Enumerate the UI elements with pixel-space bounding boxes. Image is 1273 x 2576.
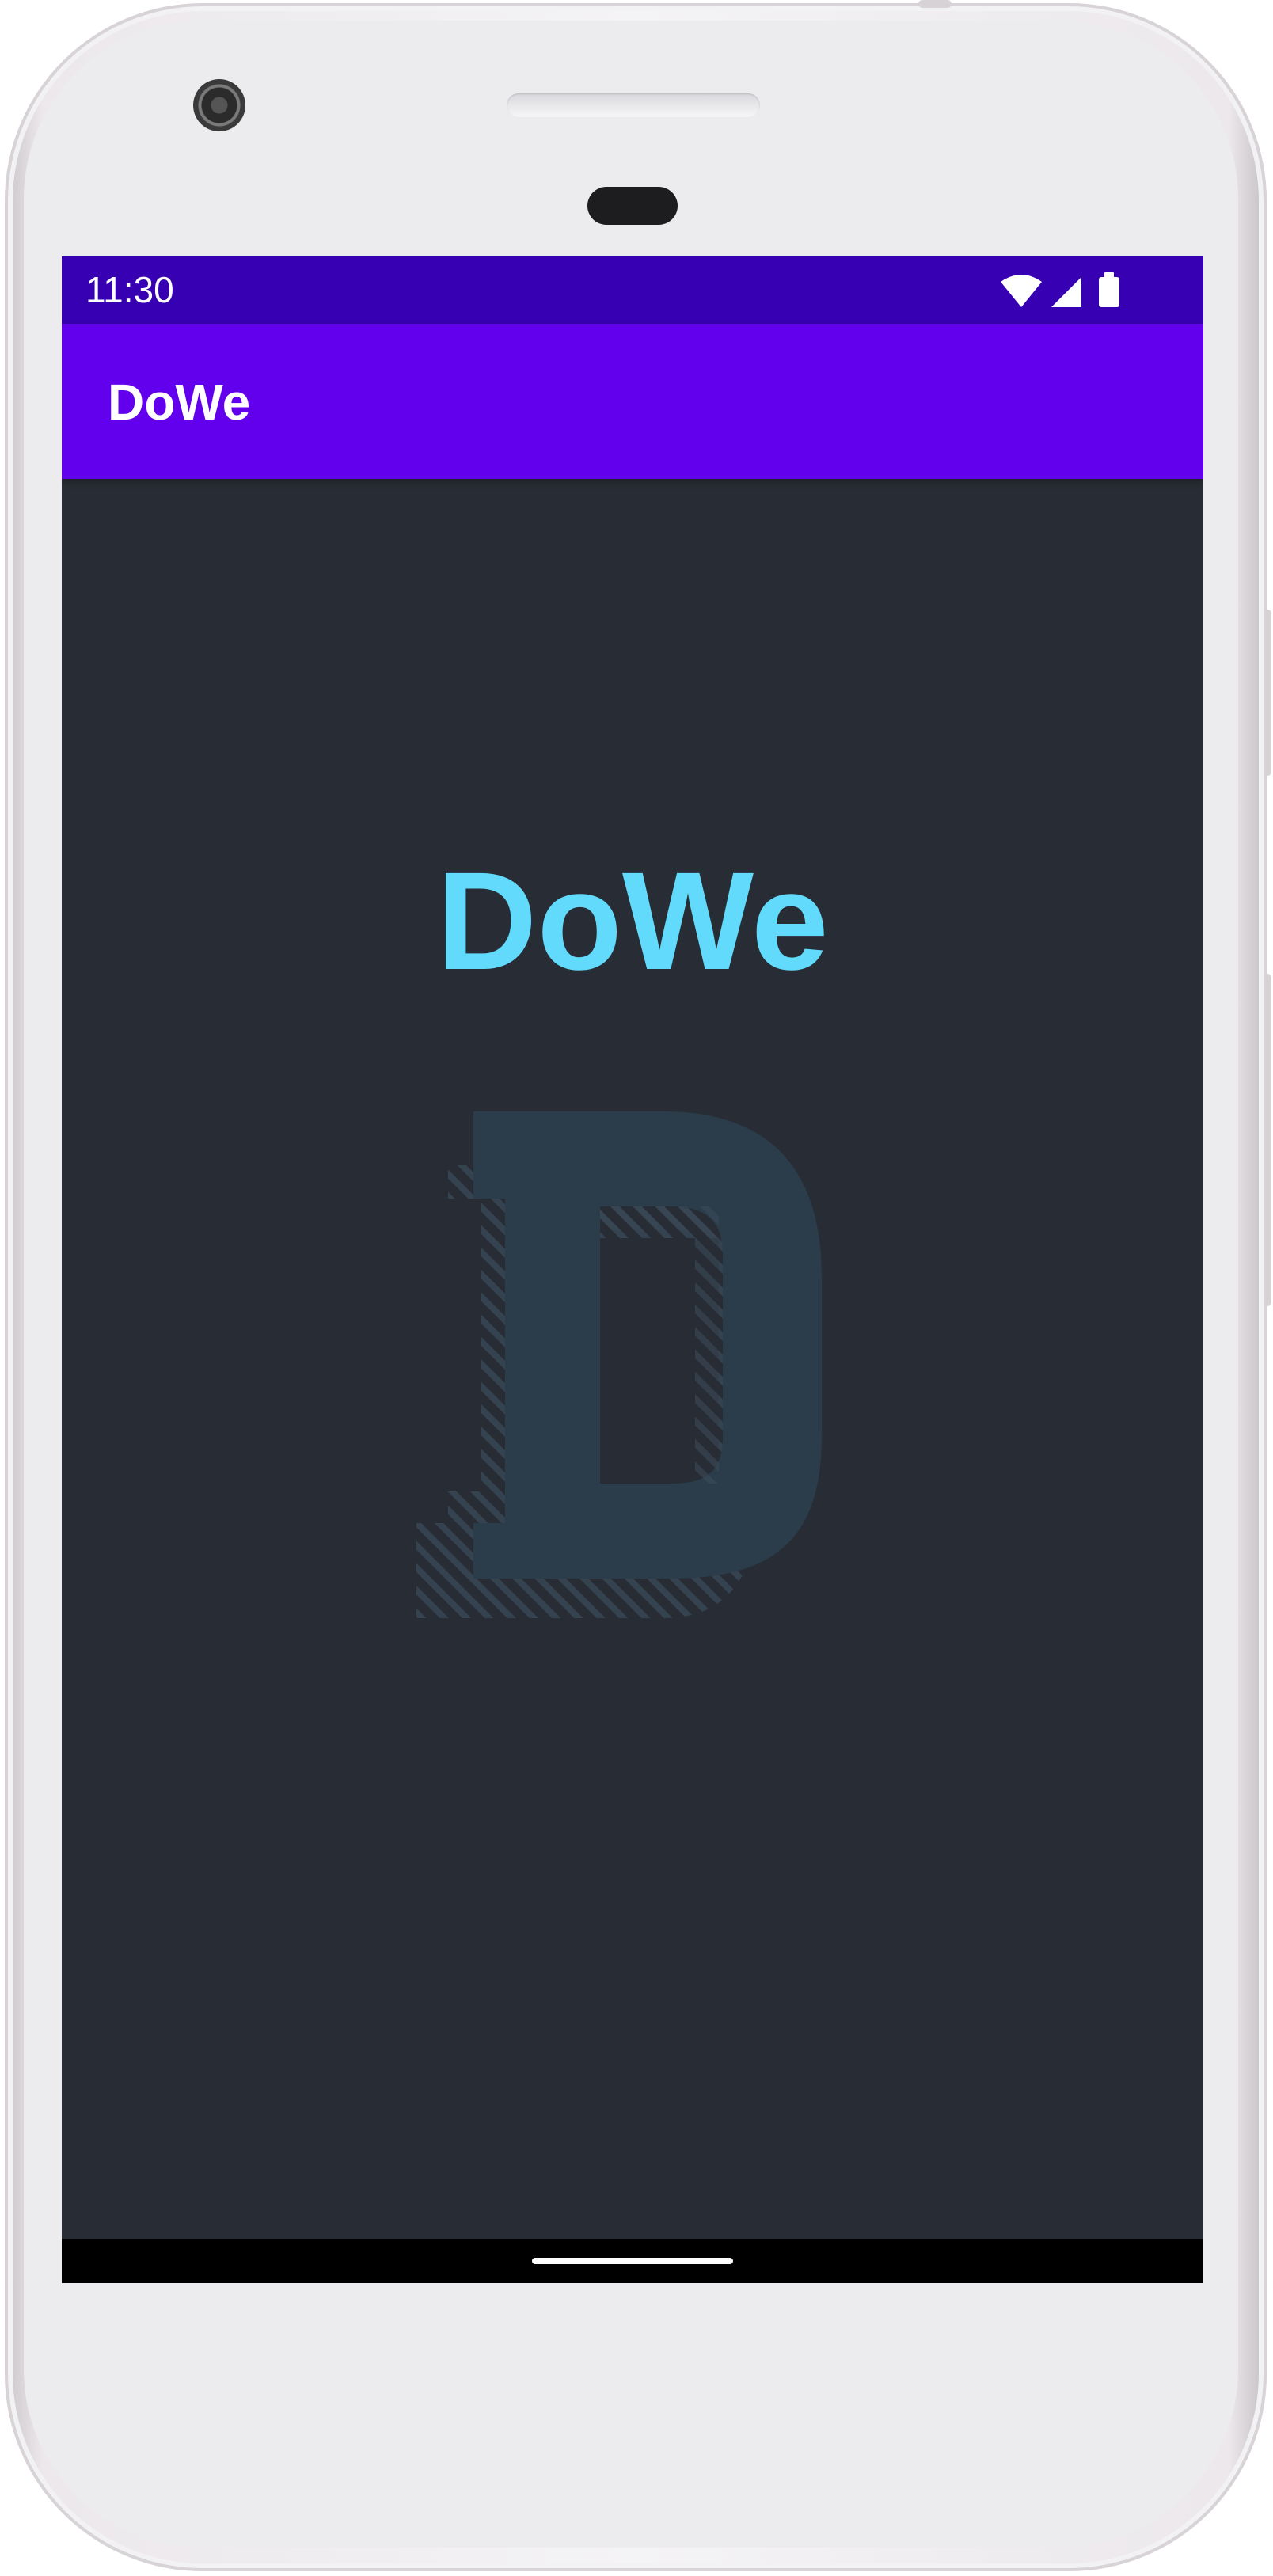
app-bar-title: DoWe — [108, 374, 251, 431]
home-indicator[interactable] — [532, 2258, 733, 2264]
status-time: 11:30 — [86, 269, 174, 310]
status-bar: 11:30 — [62, 256, 1203, 324]
signal-icon — [1051, 277, 1081, 307]
dowe-d-logo-icon — [410, 1096, 853, 1650]
earpiece-speaker — [507, 93, 760, 117]
battery-icon — [1099, 272, 1119, 307]
power-button — [1264, 610, 1271, 776]
status-icons — [998, 272, 1132, 309]
volume-button — [1264, 974, 1271, 1306]
app-screen: 11:30 DoWe DoWe — [62, 256, 1203, 2283]
wifi-icon — [1001, 275, 1042, 307]
device-mockup: 11:30 DoWe DoWe — [0, 0, 1273, 2576]
front-camera-icon — [193, 79, 245, 131]
app-bar: DoWe — [62, 324, 1203, 479]
splash-title: DoWe — [436, 844, 829, 999]
navigation-bar — [62, 2239, 1203, 2283]
proximity-sensor — [587, 187, 678, 225]
top-button — [918, 0, 952, 8]
